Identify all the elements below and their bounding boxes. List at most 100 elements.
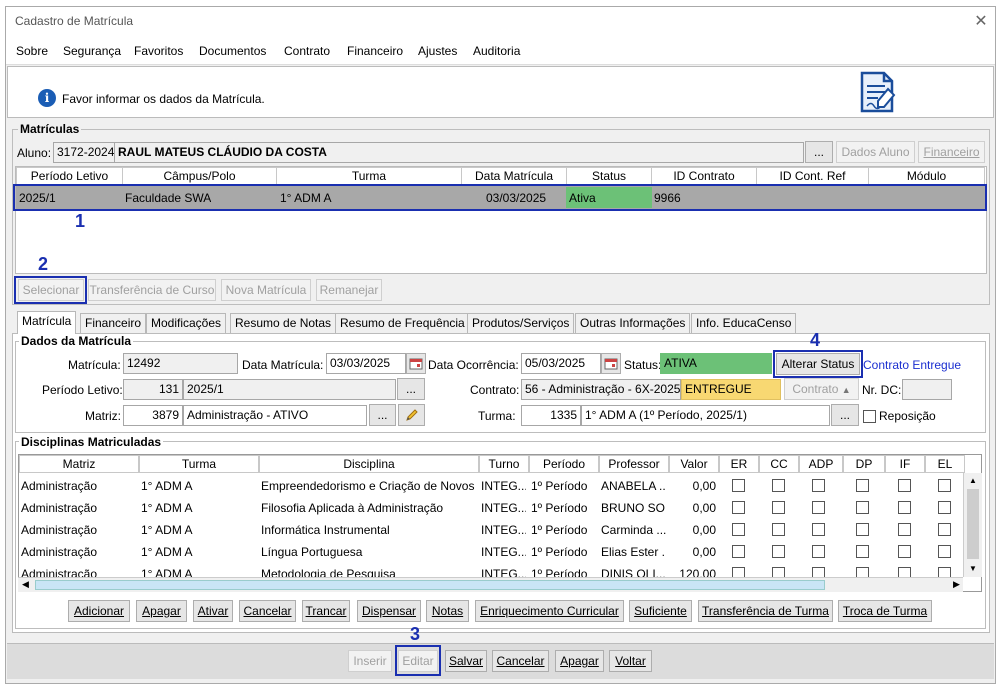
menu-documentos[interactable]: Documentos [199,44,266,58]
row-checkbox[interactable] [898,479,911,492]
col-status: Status [566,167,652,185]
matriz-code-field[interactable]: 3879 [123,405,183,426]
table-cell: 1º Período [531,501,588,515]
calendar-icon[interactable] [406,353,426,374]
row-checkbox[interactable] [938,501,951,514]
table-cell: Informática Instrumental [261,523,390,537]
cancelar-button[interactable]: Cancelar [492,650,549,672]
row-checkbox[interactable] [938,523,951,536]
row-checkbox[interactable] [856,479,869,492]
turma-search-button[interactable]: ... [831,404,859,426]
row-checkbox[interactable] [772,479,785,492]
row-checkbox[interactable] [898,545,911,558]
row-checkbox[interactable] [898,523,911,536]
transferencia-curso-button[interactable]: Transferência de Curso [88,279,216,301]
remanejar-button[interactable]: Remanejar [316,279,382,301]
col-turma: Turma [276,167,462,185]
row-checkbox[interactable] [898,501,911,514]
row-checkbox[interactable] [772,501,785,514]
tab-info-educacenso[interactable]: Info. EducaCenso [691,313,797,333]
voltar-button[interactable]: Voltar [609,650,652,672]
matriz-search-button[interactable]: ... [369,404,396,426]
table-cell: Língua Portuguesa [261,545,363,559]
row-checkbox[interactable] [732,545,745,558]
pencil-icon[interactable] [398,404,425,426]
table-cell: Administração [21,523,98,537]
turma-code-field[interactable]: 1335 [521,405,581,426]
nova-matricula-button[interactable]: Nova Matrícula [221,279,311,301]
calendar-icon[interactable] [601,353,621,374]
trancar-button[interactable]: Trancar [302,600,350,622]
tab-produtos-servicos[interactable]: Produtos/Serviços [467,313,575,333]
troca-turma-button[interactable]: Troca de Turma [838,600,932,622]
transferencia-turma-button[interactable]: Transferência de Turma [698,600,833,622]
row-checkbox[interactable] [812,545,825,558]
tab-outras-informacoes[interactable]: Outras Informações [575,313,691,333]
apagar-button[interactable]: Apagar [555,650,604,672]
cancelar-button[interactable]: Cancelar [239,600,296,622]
notas-button[interactable]: Notas [426,600,469,622]
row-checkbox[interactable] [772,523,785,536]
row-checkbox[interactable] [772,545,785,558]
ativar-button[interactable]: Ativar [193,600,233,622]
tab-resumo-notas[interactable]: Resumo de Notas [230,313,337,333]
annotation-box-2 [14,276,87,304]
row-checkbox[interactable] [812,501,825,514]
tab-matricula[interactable]: Matrícula [17,311,77,334]
matriz-field[interactable]: Administração - ATIVO [183,405,367,426]
menu-auditoria[interactable]: Auditoria [473,44,520,58]
row-checkbox[interactable] [732,523,745,536]
row-checkbox[interactable] [812,479,825,492]
disciplinas-grid: Matriz Turma Disciplina Turno Período Profess… [18,454,982,592]
adicionar-button[interactable]: Adicionar [68,600,130,622]
tab-modificacoes[interactable]: Modificações [146,313,227,333]
dispensar-button[interactable]: Dispensar [357,600,421,622]
tab-resumo-frequencia[interactable]: Resumo de Frequência [335,313,470,333]
menu-sobre[interactable]: Sobre [16,44,48,58]
periodo-search-button[interactable]: ... [397,378,425,400]
row-checkbox[interactable] [856,501,869,514]
financeiro-button[interactable]: Financeiro [918,141,985,163]
contrato-entregue-link[interactable]: Contrato Entregue [863,358,961,372]
data-matricula-label: Data Matrícula: [242,358,324,372]
table-cell: 0,00 [692,523,716,537]
menu-ajustes[interactable]: Ajustes [418,44,457,58]
apagar-button[interactable]: Apagar [136,600,187,622]
table-cell: 1° ADM A [141,523,193,537]
table-cell: ANABELA ... [601,479,666,493]
enriquecimento-curricular-button[interactable]: Enriquecimento Curricular [475,600,624,622]
data-matricula-field[interactable]: 03/03/2025 [326,353,406,374]
row-checkbox[interactable] [938,545,951,558]
contrato-dropdown-button[interactable]: Contrato ▲ [784,378,859,400]
horizontal-scrollbar[interactable]: ◀ ▶ [18,577,963,592]
table-cell: Administração [21,501,98,515]
menu-contrato[interactable]: Contrato [284,44,330,58]
salvar-button[interactable]: Salvar [445,650,487,672]
menu-financeiro[interactable]: Financeiro [347,44,403,58]
table-cell: 0,00 [692,501,716,515]
row-checkbox[interactable] [856,545,869,558]
row-checkbox[interactable] [732,501,745,514]
close-icon[interactable]: ✕ [972,11,990,30]
menu-seguranca[interactable]: Segurança [63,44,121,58]
menu-favoritos[interactable]: Favoritos [134,44,183,58]
tab-financeiro[interactable]: Financeiro [80,313,147,333]
dados-aluno-button[interactable]: Dados Aluno [836,141,915,163]
table-cell: 1º Período [531,523,588,537]
reposicao-checkbox[interactable] [863,410,876,423]
row-checkbox[interactable] [856,523,869,536]
data-ocorrencia-label: Data Ocorrência: [428,358,519,372]
data-ocorrencia-field[interactable]: 05/03/2025 [521,353,601,374]
reposicao-label: Reposição [879,409,936,423]
contrato-button-label: Contrato [792,382,839,396]
suficiente-button[interactable]: Suficiente [629,600,692,622]
row-checkbox[interactable] [732,479,745,492]
info-icon: i [38,89,56,107]
disc-col-4: Período [529,455,599,473]
turma-field[interactable]: 1° ADM A (1º Período, 2025/1) [581,405,830,426]
aluno-search-button[interactable]: ... [805,141,833,163]
row-checkbox[interactable] [938,479,951,492]
vertical-scrollbar[interactable]: ▲ ▼ [963,473,982,577]
row-checkbox[interactable] [812,523,825,536]
inserir-button[interactable]: Inserir [348,650,392,672]
